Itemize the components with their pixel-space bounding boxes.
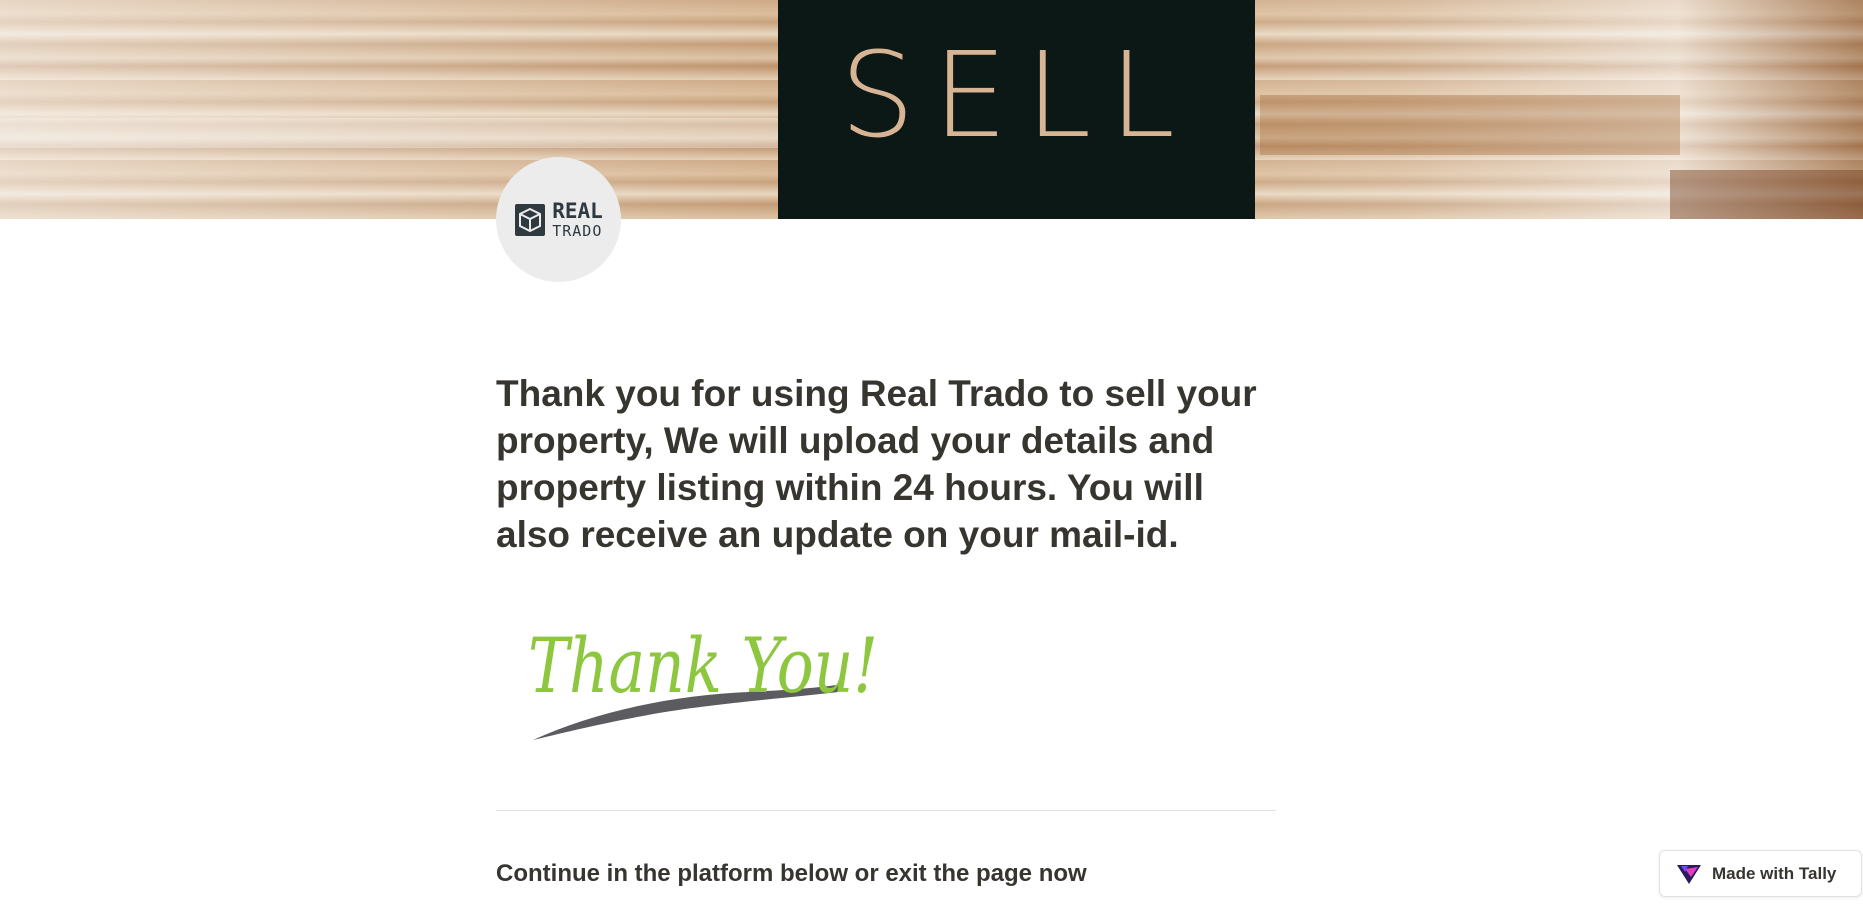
made-with-tally-badge[interactable]: Made with Tally	[1659, 850, 1862, 897]
continue-text: Continue in the platform below or exit t…	[496, 860, 1087, 887]
logo-text-real: REAL	[552, 198, 603, 223]
sell-sign-text: SELL	[840, 26, 1193, 164]
thank-you-text: Thank You!	[528, 621, 878, 710]
logo-text-trado: TRADO	[552, 221, 603, 240]
sell-sign: SELL	[778, 0, 1255, 219]
made-with-tally-label: Made with Tally	[1712, 863, 1837, 883]
thank-you-image: Thank You!	[528, 621, 878, 740]
thank-you-heading: Thank you for using Real Trado to sell y…	[496, 373, 1257, 555]
cube-logo-icon	[515, 203, 546, 236]
tally-logo-icon	[1677, 864, 1701, 884]
cover-image: SELL	[0, 0, 1863, 219]
real-trado-logo: REAL TRADO	[496, 157, 621, 282]
divider	[496, 810, 1276, 811]
